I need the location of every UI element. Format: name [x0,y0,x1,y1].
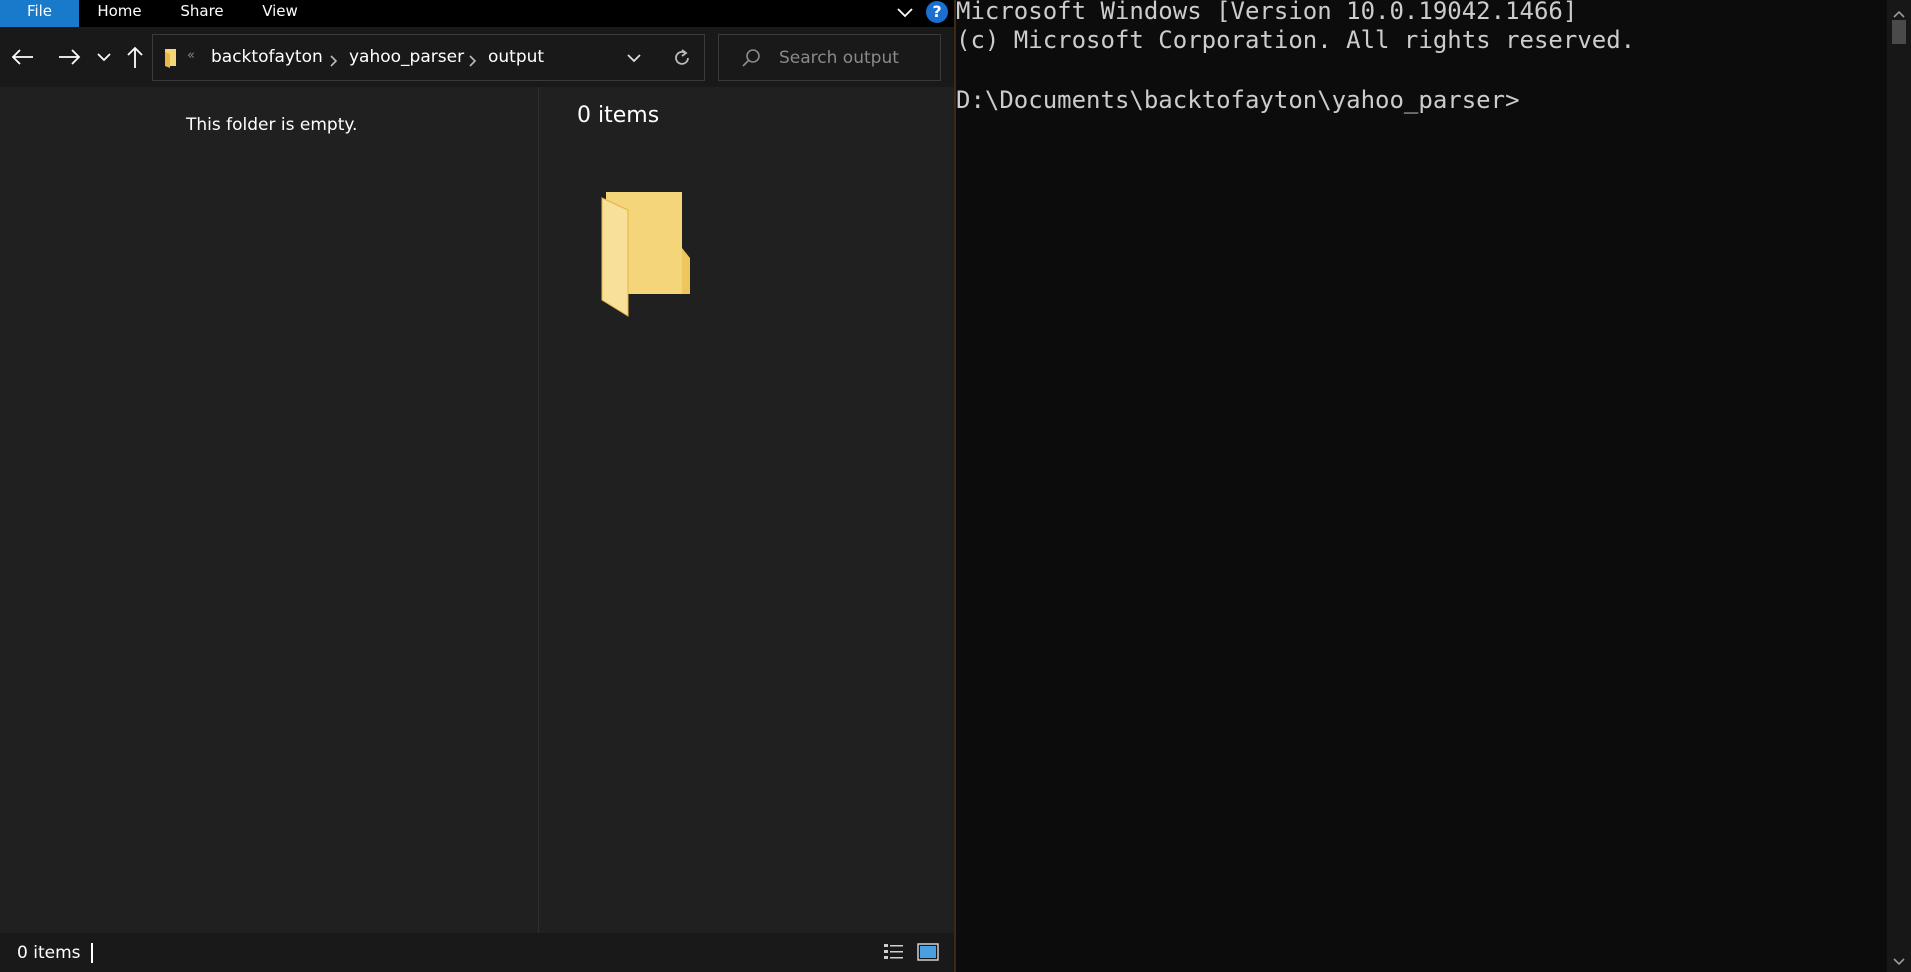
search-input[interactable]: Search output [779,48,899,68]
status-bar: 0 items [0,933,954,972]
scrollbar-thumb[interactable] [1892,20,1906,44]
terminal-version-line: Microsoft Windows [Version 10.0.19042.14… [956,0,1578,25]
ribbon-tabs: File Home Share View ? [0,0,954,27]
tab-share[interactable]: Share [170,0,234,27]
address-bar[interactable]: « backtofayton yahoo_parser output [152,34,705,81]
terminal-copyright-line: (c) Microsoft Corporation. All rights re… [956,26,1636,54]
file-list-pane[interactable]: 0 items [540,87,954,933]
command-prompt-window[interactable]: Microsoft Windows [Version 10.0.19042.14… [954,0,1911,972]
back-arrow-icon[interactable] [8,42,38,72]
status-item-count: 0 items [17,943,81,963]
breadcrumb-backtofayton[interactable]: backtofayton [211,47,323,67]
up-arrow-icon[interactable] [120,42,150,72]
chevron-right-icon[interactable] [467,52,477,67]
scroll-down-arrow-icon[interactable] [1893,952,1905,966]
search-icon [741,48,761,68]
recent-locations-chevron-icon[interactable] [94,42,114,72]
refresh-icon[interactable] [670,46,694,70]
item-count-heading: 0 items [577,103,660,128]
terminal-prompt-line[interactable]: D:\Documents\backtofayton\yahoo_parser> [956,86,1520,114]
tab-file[interactable]: File [0,0,79,27]
empty-folder-message: This folder is empty. [186,115,358,135]
preview-pane: This folder is empty. [0,87,539,933]
tab-home[interactable]: Home [87,0,152,27]
search-box[interactable]: Search output [718,34,941,81]
details-view-icon[interactable] [883,942,905,962]
status-divider [91,943,93,963]
breadcrumb-overflow[interactable]: « [187,48,195,63]
large-icons-view-icon[interactable] [917,942,939,962]
breadcrumb-output[interactable]: output [488,47,544,67]
help-icon[interactable]: ? [926,1,948,23]
terminal-scrollbar[interactable] [1887,0,1911,972]
file-explorer-window: File Home Share View ? « backtofayton ya… [0,0,954,972]
tab-view[interactable]: View [252,0,308,27]
empty-folder-icon [598,188,690,318]
forward-arrow-icon[interactable] [54,42,84,72]
scroll-up-arrow-icon[interactable] [1893,4,1905,18]
chevron-right-icon[interactable] [328,52,338,67]
breadcrumb-yahoo-parser[interactable]: yahoo_parser [349,47,464,67]
expand-ribbon-chevron-icon[interactable] [894,2,916,24]
folder-icon [163,48,179,68]
address-history-chevron-icon[interactable] [625,50,643,66]
